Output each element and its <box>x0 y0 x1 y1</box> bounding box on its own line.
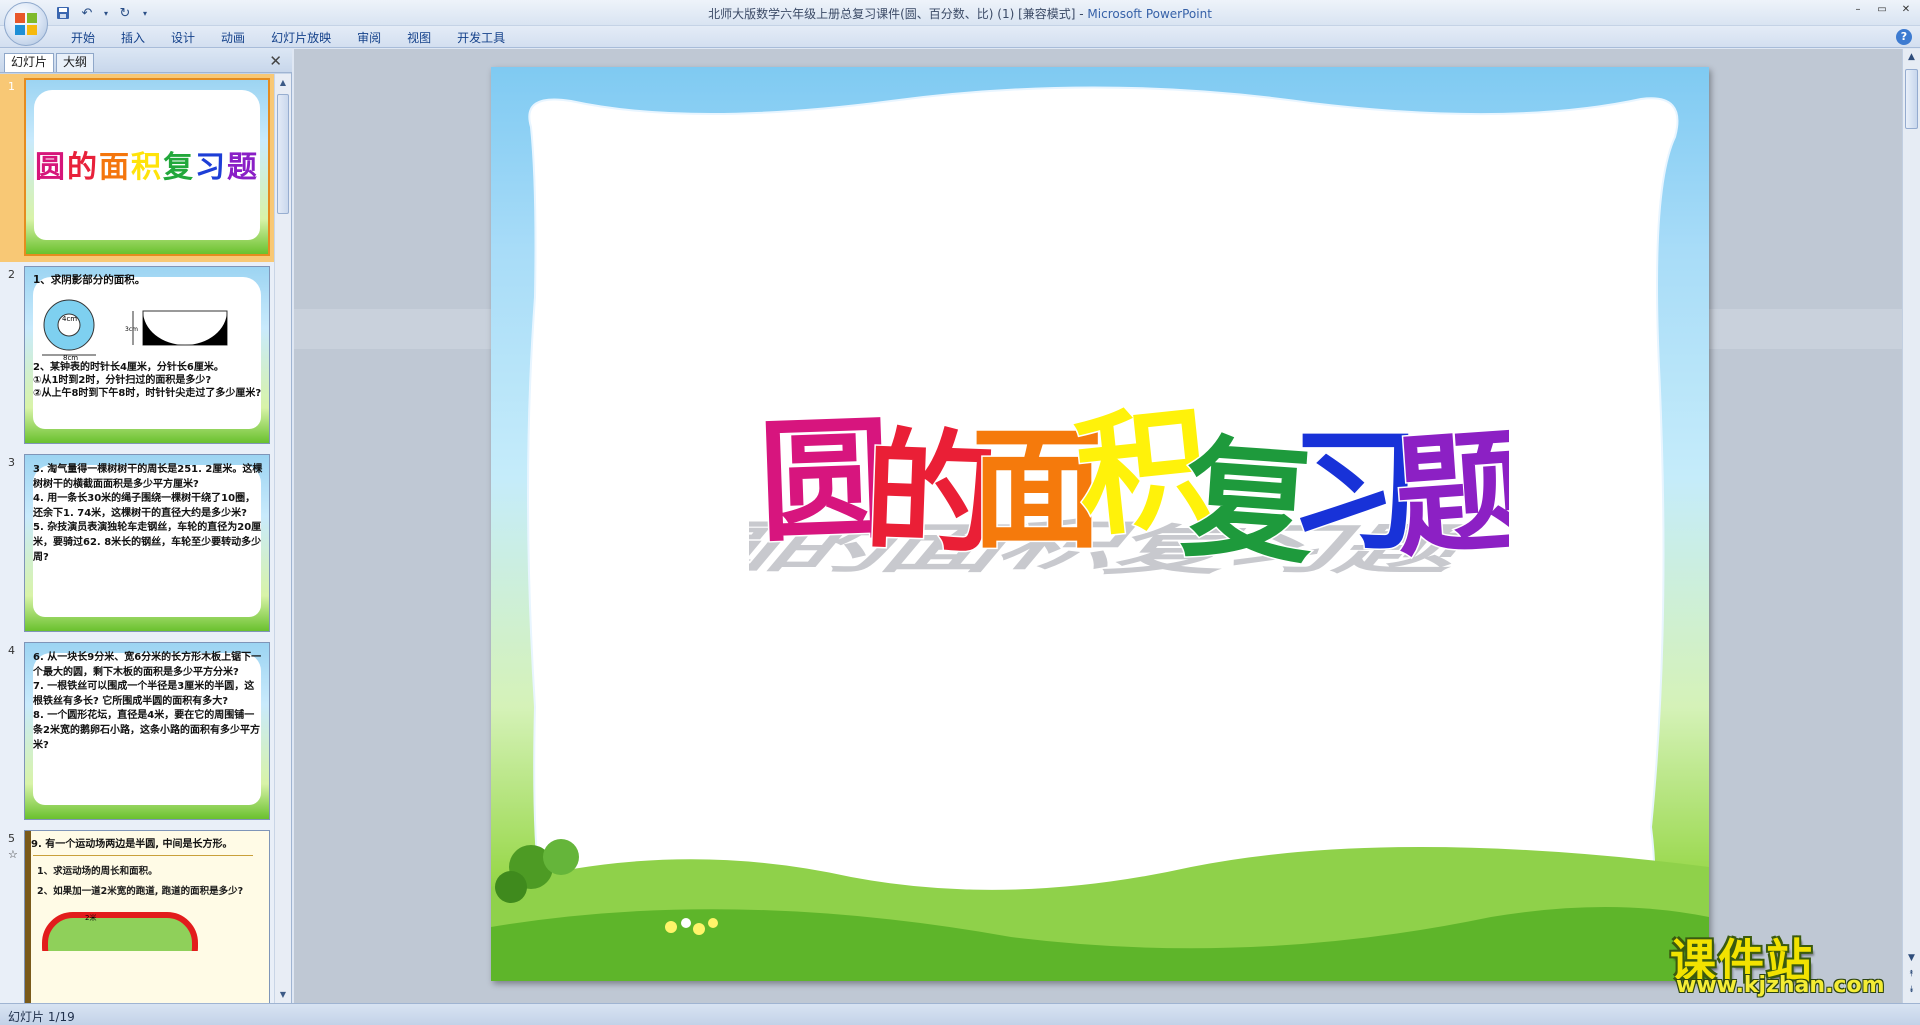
watermark-url: www.kjzhan.com <box>1676 973 1885 998</box>
title-char: 题 <box>227 150 259 185</box>
tab-animations[interactable]: 动画 <box>208 29 258 47</box>
thumbnail-text: 9. 有一个运动场两边是半圆, 中间是长方形。 <box>31 839 233 850</box>
ribbon: 开始 插入 设计 动画 幻灯片放映 审阅 视图 开发工具 ? <box>0 26 1920 48</box>
tab-review[interactable]: 审阅 <box>344 29 394 47</box>
slide-number: 1 <box>8 80 15 93</box>
slide-number: 3 <box>8 456 15 469</box>
thumbnail-text: 3. 淘气量得一棵树树干的周长是251. 2厘米。这棵树树干的横截面面积是多少平… <box>33 464 263 563</box>
scroll-up-icon[interactable]: ▲ <box>278 78 288 87</box>
watermark-logo: 课件站 www.kjzhan.com <box>1666 925 1906 1003</box>
tab-developer[interactable]: 开发工具 <box>444 29 518 47</box>
tab-home[interactable]: 开始 <box>58 29 108 47</box>
help-icon[interactable]: ? <box>1896 29 1912 45</box>
slide-number: 4 <box>8 644 15 657</box>
thumbnail-scrollbar[interactable]: ▲ ▼ <box>274 74 291 1003</box>
thumbnail-preview: 3. 淘气量得一棵树树干的周长是251. 2厘米。这棵树树干的横截面面积是多少平… <box>24 454 270 632</box>
title-bar: ↶ ▾ ↻ ▾ 北师大版数学六年级上册总复习课件(圆、百分数、比) (1) [兼… <box>0 0 1920 46</box>
scroll-thumb[interactable] <box>1905 69 1918 129</box>
ribbon-tabs: 开始 插入 设计 动画 幻灯片放映 审阅 视图 开发工具 <box>58 29 518 47</box>
thumbnail-preview: 圆的面积复习题 <box>24 78 270 256</box>
tab-slides[interactable]: 幻灯片 <box>4 53 55 72</box>
minimize-button[interactable]: – <box>1850 3 1866 17</box>
panel-close-icon[interactable]: ✕ <box>269 52 282 70</box>
app-name: Microsoft PowerPoint <box>1087 7 1212 21</box>
thumbnail-text: 6. 从一块长9分米、宽6分米的长方形木板上锯下一个最大的圆，剩下木板的面积是多… <box>33 652 262 751</box>
label-4cm: 4cm <box>62 315 77 323</box>
track-figure: 2米 <box>42 912 198 951</box>
slides-panel: 幻灯片 大纲 ✕ 1 圆的面积复习题 2 1、求阴影部分的面积。 4cm 8cm… <box>0 49 292 1003</box>
status-bar: 幻灯片 1/19 <box>0 1003 1920 1025</box>
thumbnail-text: 2、某钟表的时针长4厘米，分针长6厘米。 ①从1时到2时，分针扫过的面积是多少?… <box>33 362 262 399</box>
title-separator: - <box>1075 7 1088 21</box>
label-8cm: 8cm <box>63 354 78 361</box>
thumbnail-left-border <box>25 831 31 1003</box>
title-char: 面 <box>99 150 131 185</box>
panel-tabs: 幻灯片 大纲 ✕ <box>0 49 292 73</box>
tab-insert[interactable]: 插入 <box>108 29 158 47</box>
slide-thumbnail-1[interactable]: 1 圆的面积复习题 <box>0 74 274 262</box>
current-slide[interactable]: 圆的面积复习题 圆的面积复习题 <box>491 67 1709 981</box>
slide-editor: 圆的面积复习题 圆的面积复习题 <box>294 49 1902 1003</box>
slide-thumbnail-2[interactable]: 2 1、求阴影部分的面积。 4cm 8cm 3cm 2、某钟表的时针长4厘米，分… <box>0 262 274 450</box>
tab-view[interactable]: 视图 <box>394 29 444 47</box>
label-2m: 2米 <box>85 913 96 922</box>
thumbnail-divider <box>33 855 253 856</box>
ring-figure: 4cm 8cm <box>42 299 96 361</box>
thumbnail-title: 圆的面积复习题 <box>26 142 268 186</box>
title-char: 的 <box>67 150 99 185</box>
slide-number: 5 <box>8 832 15 845</box>
slide-counter: 幻灯片 1/19 <box>8 1010 75 1024</box>
next-slide-icon[interactable]: ⯯ <box>1905 985 1918 995</box>
window-controls: – ▭ ✕ <box>1850 3 1914 17</box>
slide-thumbnail-3[interactable]: 3 3. 淘气量得一棵树树干的周长是251. 2厘米。这棵树树干的横截面面积是多… <box>0 450 274 638</box>
slide-thumbnail-list: 1 圆的面积复习题 2 1、求阴影部分的面积。 4cm 8cm 3cm 2、某钟… <box>0 74 274 1003</box>
slide-title[interactable]: 圆的面积复习题 圆的面积复习题 <box>749 327 1509 627</box>
previous-slide-icon[interactable]: ⯭ <box>1905 969 1918 979</box>
title-char: 题 <box>1390 413 1509 577</box>
tab-outline[interactable]: 大纲 <box>56 53 95 72</box>
scroll-up-icon[interactable]: ▲ <box>1905 52 1918 62</box>
thumbnail-subtext: 2、如果加一道2米宽的跑道, 跑道的面积是多少? <box>37 886 244 897</box>
thumbnail-preview: 9. 有一个运动场两边是半圆, 中间是长方形。 1、求运动场的周长和面积。 2、… <box>24 830 270 1003</box>
window-title: 北师大版数学六年级上册总复习课件(圆、百分数、比) (1) [兼容模式] - M… <box>0 5 1920 22</box>
slide-scrollbar[interactable]: ▲ ▼ ⯭ ⯯ <box>1902 49 1920 1003</box>
title-char: 复 <box>163 150 195 185</box>
slide-thumbnail-4[interactable]: 4 6. 从一块长9分米、宽6分米的长方形木板上锯下一个最大的圆，剩下木板的面积… <box>0 638 274 826</box>
scroll-down-icon[interactable]: ▼ <box>278 990 288 999</box>
thumbnail-preview: 1、求阴影部分的面积。 4cm 8cm 3cm 2、某钟表的时针长4厘米，分针长… <box>24 266 270 444</box>
thumbnail-subtext: 1、求运动场的周长和面积。 <box>37 866 158 877</box>
slide-number: 2 <box>8 268 15 281</box>
document-title: 北师大版数学六年级上册总复习课件(圆、百分数、比) (1) [兼容模式] <box>708 7 1076 21</box>
semicircle-figure: 3cm <box>125 310 228 346</box>
office-button[interactable] <box>4 2 48 46</box>
thumbnail-text: 1、求阴影部分的面积。 <box>33 274 146 286</box>
title-char: 圆 <box>35 150 67 185</box>
title-char: 习 <box>195 150 227 185</box>
tab-slide-show[interactable]: 幻灯片放映 <box>258 29 344 47</box>
tab-design[interactable]: 设计 <box>158 29 208 47</box>
title-char: 积 <box>131 150 163 185</box>
office-logo-icon <box>15 13 37 35</box>
scroll-thumb[interactable] <box>277 94 289 214</box>
label-3cm: 3cm <box>125 326 138 333</box>
thumbnail-preview: 6. 从一块长9分米、宽6分米的长方形木板上锯下一个最大的圆，剩下木板的面积是多… <box>24 642 270 820</box>
scroll-down-icon[interactable]: ▼ <box>1905 953 1918 963</box>
animation-star-icon: ☆ <box>8 848 18 861</box>
close-button[interactable]: ✕ <box>1898 3 1914 17</box>
restore-button[interactable]: ▭ <box>1874 3 1890 17</box>
slide-thumbnail-5[interactable]: 5 ☆ 9. 有一个运动场两边是半圆, 中间是长方形。 1、求运动场的周长和面积… <box>0 826 274 1003</box>
